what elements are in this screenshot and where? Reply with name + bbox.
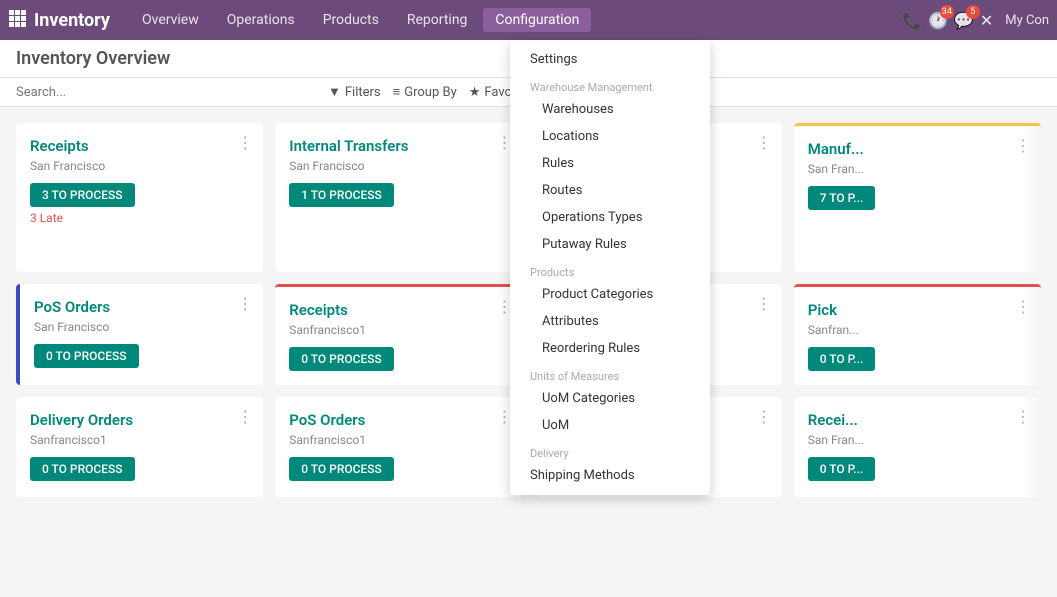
configuration-dropdown: Settings Warehouse Management Warehouses… bbox=[510, 40, 710, 495]
dropdown-section-uom: Units of Measures bbox=[510, 362, 710, 385]
chat-badge: 5 bbox=[966, 5, 980, 19]
dropdown-operations-types[interactable]: Operations Types bbox=[510, 204, 710, 231]
dropdown-putaway-rules[interactable]: Putaway Rules bbox=[510, 231, 710, 258]
dropdown-routes[interactable]: Routes bbox=[510, 177, 710, 204]
nav-overview[interactable]: Overview bbox=[130, 8, 211, 32]
nav-links: Overview Operations Products Reporting C… bbox=[130, 8, 591, 32]
dropdown-product-categories[interactable]: Product Categories bbox=[510, 281, 710, 308]
topnav-right: 📞 🕐34 💬5 ✕ My Con bbox=[902, 11, 1049, 30]
dropdown-warehouses[interactable]: Warehouses bbox=[510, 96, 710, 123]
top-navigation: Inventory Overview Operations Products R… bbox=[0, 0, 1057, 40]
chat-icon[interactable]: 💬5 bbox=[954, 11, 974, 30]
dropdown-section-delivery: Delivery bbox=[510, 439, 710, 462]
phone-icon[interactable]: 📞 bbox=[902, 11, 922, 30]
nav-configuration[interactable]: Configuration bbox=[483, 8, 591, 32]
clock-icon[interactable]: 🕐34 bbox=[928, 11, 948, 30]
dropdown-settings[interactable]: Settings bbox=[510, 46, 710, 73]
clock-badge: 34 bbox=[940, 5, 954, 19]
dropdown-section-products: Products bbox=[510, 258, 710, 281]
my-con-label[interactable]: My Con bbox=[1005, 13, 1049, 28]
dropdown-uom[interactable]: UoM bbox=[510, 412, 710, 439]
nav-reporting[interactable]: Reporting bbox=[395, 8, 480, 32]
grid-icon[interactable] bbox=[8, 9, 26, 31]
dropdown-section-wm: Warehouse Management bbox=[510, 73, 710, 96]
dropdown-locations[interactable]: Locations bbox=[510, 123, 710, 150]
dropdown-rules[interactable]: Rules bbox=[510, 150, 710, 177]
dropdown-attributes[interactable]: Attributes bbox=[510, 308, 710, 335]
close-icon[interactable]: ✕ bbox=[980, 11, 993, 30]
dropdown-reordering-rules[interactable]: Reordering Rules bbox=[510, 335, 710, 362]
nav-operations[interactable]: Operations bbox=[215, 8, 307, 32]
nav-products[interactable]: Products bbox=[311, 8, 391, 32]
dropdown-uom-categories[interactable]: UoM Categories bbox=[510, 385, 710, 412]
app-brand: Inventory bbox=[34, 10, 110, 31]
dropdown-shipping-methods[interactable]: Shipping Methods bbox=[510, 462, 710, 489]
